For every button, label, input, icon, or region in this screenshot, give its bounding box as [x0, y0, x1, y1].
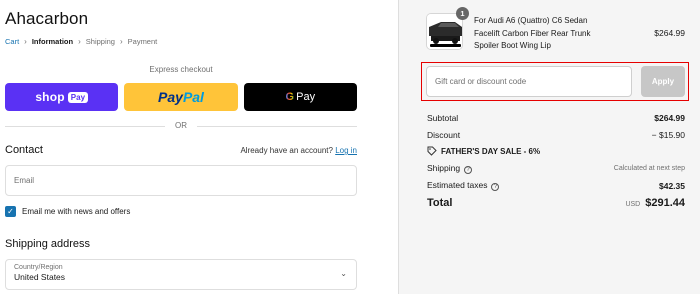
country-select[interactable]: Country/Region United States ⌄ — [5, 259, 357, 290]
breadcrumb-shipping: Shipping — [85, 37, 115, 46]
breadcrumb-payment: Payment — [127, 37, 158, 46]
newsletter-label: Email me with news and offers — [22, 207, 131, 216]
country-select-value: United States — [14, 272, 66, 282]
newsletter-option[interactable]: ✓ Email me with news and offers — [5, 206, 130, 217]
shipping-row: Shipping? Calculated at next step — [427, 163, 685, 174]
google-pay-wordmark: Pay — [296, 91, 316, 103]
product-price: $264.99 — [654, 28, 685, 38]
discount-code-row: FATHER'S DAY SALE - 6% — [427, 146, 685, 156]
breadcrumb: Cart › Information › Shipping › Payment — [5, 37, 157, 46]
paypal-logo-part2: Pal — [182, 89, 204, 105]
email-field[interactable]: Email — [5, 165, 357, 196]
discount-code-input[interactable]: Gift card or discount code — [426, 66, 632, 97]
total-label: Total — [427, 197, 453, 209]
subtotal-row: Subtotal $264.99 — [427, 113, 685, 123]
chevron-right-icon: › — [78, 37, 81, 46]
chevron-right-icon: › — [24, 37, 27, 46]
breadcrumb-cart[interactable]: Cart — [5, 37, 19, 46]
taxes-row: Estimated taxes? $42.35 — [427, 180, 685, 191]
quantity-badge: 1 — [456, 7, 469, 20]
shipping-label: Shipping — [427, 163, 461, 173]
breadcrumb-information: Information — [31, 37, 74, 46]
taxes-label: Estimated taxes — [427, 180, 488, 190]
help-icon[interactable]: ? — [464, 166, 473, 174]
shipping-address-heading: Shipping address — [5, 238, 91, 250]
paypal-logo-part1: Pay — [158, 89, 183, 105]
divider-line-right — [197, 126, 357, 127]
subtotal-value: $264.99 — [654, 113, 685, 123]
discount-label: Discount — [427, 130, 461, 140]
login-link[interactable]: Log in — [335, 146, 357, 155]
discount-code-name: FATHER'S DAY SALE - 6% — [441, 146, 541, 156]
discount-code-placeholder: Gift card or discount code — [435, 77, 527, 86]
taxes-value: $42.35 — [659, 180, 685, 191]
store-name[interactable]: Ahacarbon — [5, 9, 88, 29]
help-icon[interactable]: ? — [491, 183, 500, 191]
google-pay-button[interactable]: G Pay — [243, 83, 357, 111]
apply-discount-button[interactable]: Apply — [641, 66, 685, 97]
or-divider: OR — [5, 121, 357, 131]
tag-icon — [427, 146, 437, 156]
newsletter-checkbox[interactable]: ✓ — [5, 206, 16, 217]
total-value: $291.44 — [645, 197, 685, 209]
subtotal-label: Subtotal — [427, 113, 459, 123]
checkout-main: Ahacarbon Cart › Information › Shipping … — [0, 0, 398, 294]
account-prompt: Already have an account? Log in — [240, 146, 357, 155]
shop-pay-badge: Pay — [67, 91, 89, 103]
discount-code-tag: FATHER'S DAY SALE - 6% — [427, 146, 540, 156]
discount-value: − $15.90 — [651, 130, 685, 140]
total-currency: USD — [625, 201, 641, 208]
chevron-down-icon: ⌄ — [340, 269, 347, 278]
express-checkout-label: Express checkout — [149, 65, 213, 74]
taxes-label-wrap: Estimated taxes? — [427, 180, 500, 191]
shop-pay-button[interactable]: shop Pay — [5, 83, 119, 111]
paypal-button[interactable]: Pay Pal — [124, 83, 238, 111]
discount-code-highlight: Gift card or discount code Apply — [421, 62, 689, 101]
car-spoiler-image — [427, 14, 462, 49]
product-title: For Audi A6 (Quattro) C6 Sedan Facelift … — [474, 16, 591, 50]
contact-heading: Contact — [5, 144, 43, 156]
shipping-value: Calculated at next step — [613, 165, 685, 172]
email-placeholder: Email — [14, 176, 35, 185]
chevron-right-icon: › — [119, 37, 123, 46]
shipping-label-wrap: Shipping? — [427, 163, 473, 174]
express-payment-buttons: shop Pay Pay Pal G Pay — [5, 83, 357, 111]
total-row: Total USD $291.44 — [427, 197, 685, 209]
account-prompt-text: Already have an account? — [240, 146, 333, 155]
discount-row: Discount − $15.90 — [427, 130, 685, 140]
google-g-icon: G — [285, 91, 295, 103]
order-summary: 1 For Audi A6 (Quattro) C6 Sedan Facelif… — [398, 0, 700, 294]
country-select-label: Country/Region — [14, 264, 63, 271]
shop-pay-wordmark: shop — [35, 90, 65, 104]
total-amount: USD $291.44 — [625, 197, 685, 209]
